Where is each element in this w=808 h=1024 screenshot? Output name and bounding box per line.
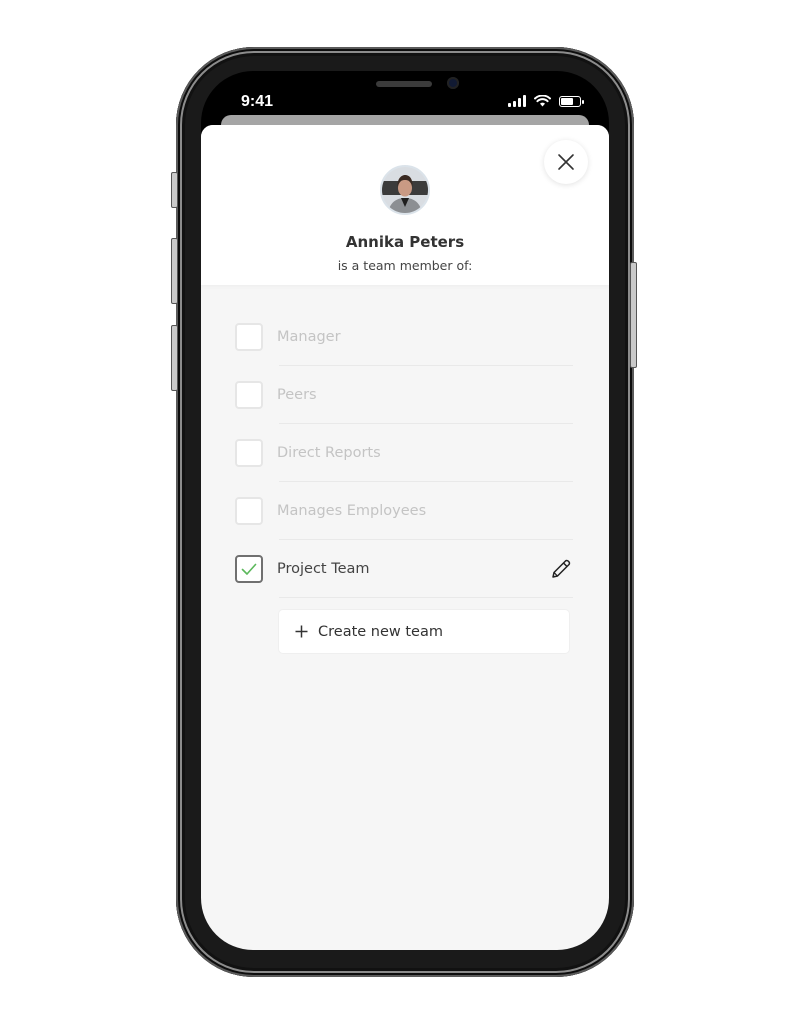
divider	[279, 597, 573, 598]
plus-icon	[295, 625, 308, 638]
person-name: Annika Peters	[345, 233, 465, 251]
close-button[interactable]	[544, 140, 588, 184]
status-time: 9:41	[241, 93, 274, 110]
team-checkbox[interactable]	[235, 323, 263, 351]
volume-down-button	[171, 325, 178, 391]
create-new-team-label: Create new team	[318, 623, 443, 640]
sheet-header: Annika Peters is a team member of:	[201, 125, 609, 285]
mute-switch	[171, 172, 178, 208]
team-label: Manager	[277, 329, 341, 345]
team-row-direct-reports[interactable]: Direct Reports	[235, 424, 573, 482]
notch	[311, 71, 499, 105]
team-row-peers[interactable]: Peers	[235, 366, 573, 424]
team-label: Direct Reports	[277, 445, 381, 461]
team-label: Peers	[277, 387, 317, 403]
team-checkbox[interactable]	[235, 381, 263, 409]
power-button	[630, 262, 637, 368]
team-label: Project Team	[277, 561, 370, 577]
checkmark-icon	[241, 563, 257, 575]
create-new-team-button[interactable]: Create new team	[279, 610, 569, 653]
team-list: Manager Peers Direct Reports Manages Emp…	[235, 308, 573, 598]
team-membership-sheet: Annika Peters is a team member of: Manag…	[201, 125, 609, 950]
team-row-manager[interactable]: Manager	[235, 308, 573, 366]
avatar-photo	[382, 167, 428, 213]
cellular-signal-icon	[508, 95, 526, 107]
team-checkbox[interactable]	[235, 439, 263, 467]
team-checkbox[interactable]	[235, 497, 263, 525]
pencil-icon	[552, 559, 571, 578]
front-camera	[447, 77, 459, 89]
wifi-icon	[534, 95, 551, 107]
team-row-project-team[interactable]: Project Team	[235, 540, 573, 598]
membership-subtitle: is a team member of:	[337, 258, 473, 273]
edit-team-button[interactable]	[549, 557, 573, 581]
speaker	[376, 81, 432, 87]
avatar	[380, 165, 430, 215]
phone-screen: 9:41 Annika Peters is a team member of: …	[201, 71, 609, 950]
status-icons	[508, 95, 584, 107]
close-icon	[558, 154, 574, 170]
battery-icon	[559, 95, 584, 107]
team-checkbox-checked[interactable]	[235, 555, 263, 583]
team-label: Manages Employees	[277, 503, 427, 519]
team-row-manages-employees[interactable]: Manages Employees	[235, 482, 573, 540]
volume-up-button	[171, 238, 178, 304]
